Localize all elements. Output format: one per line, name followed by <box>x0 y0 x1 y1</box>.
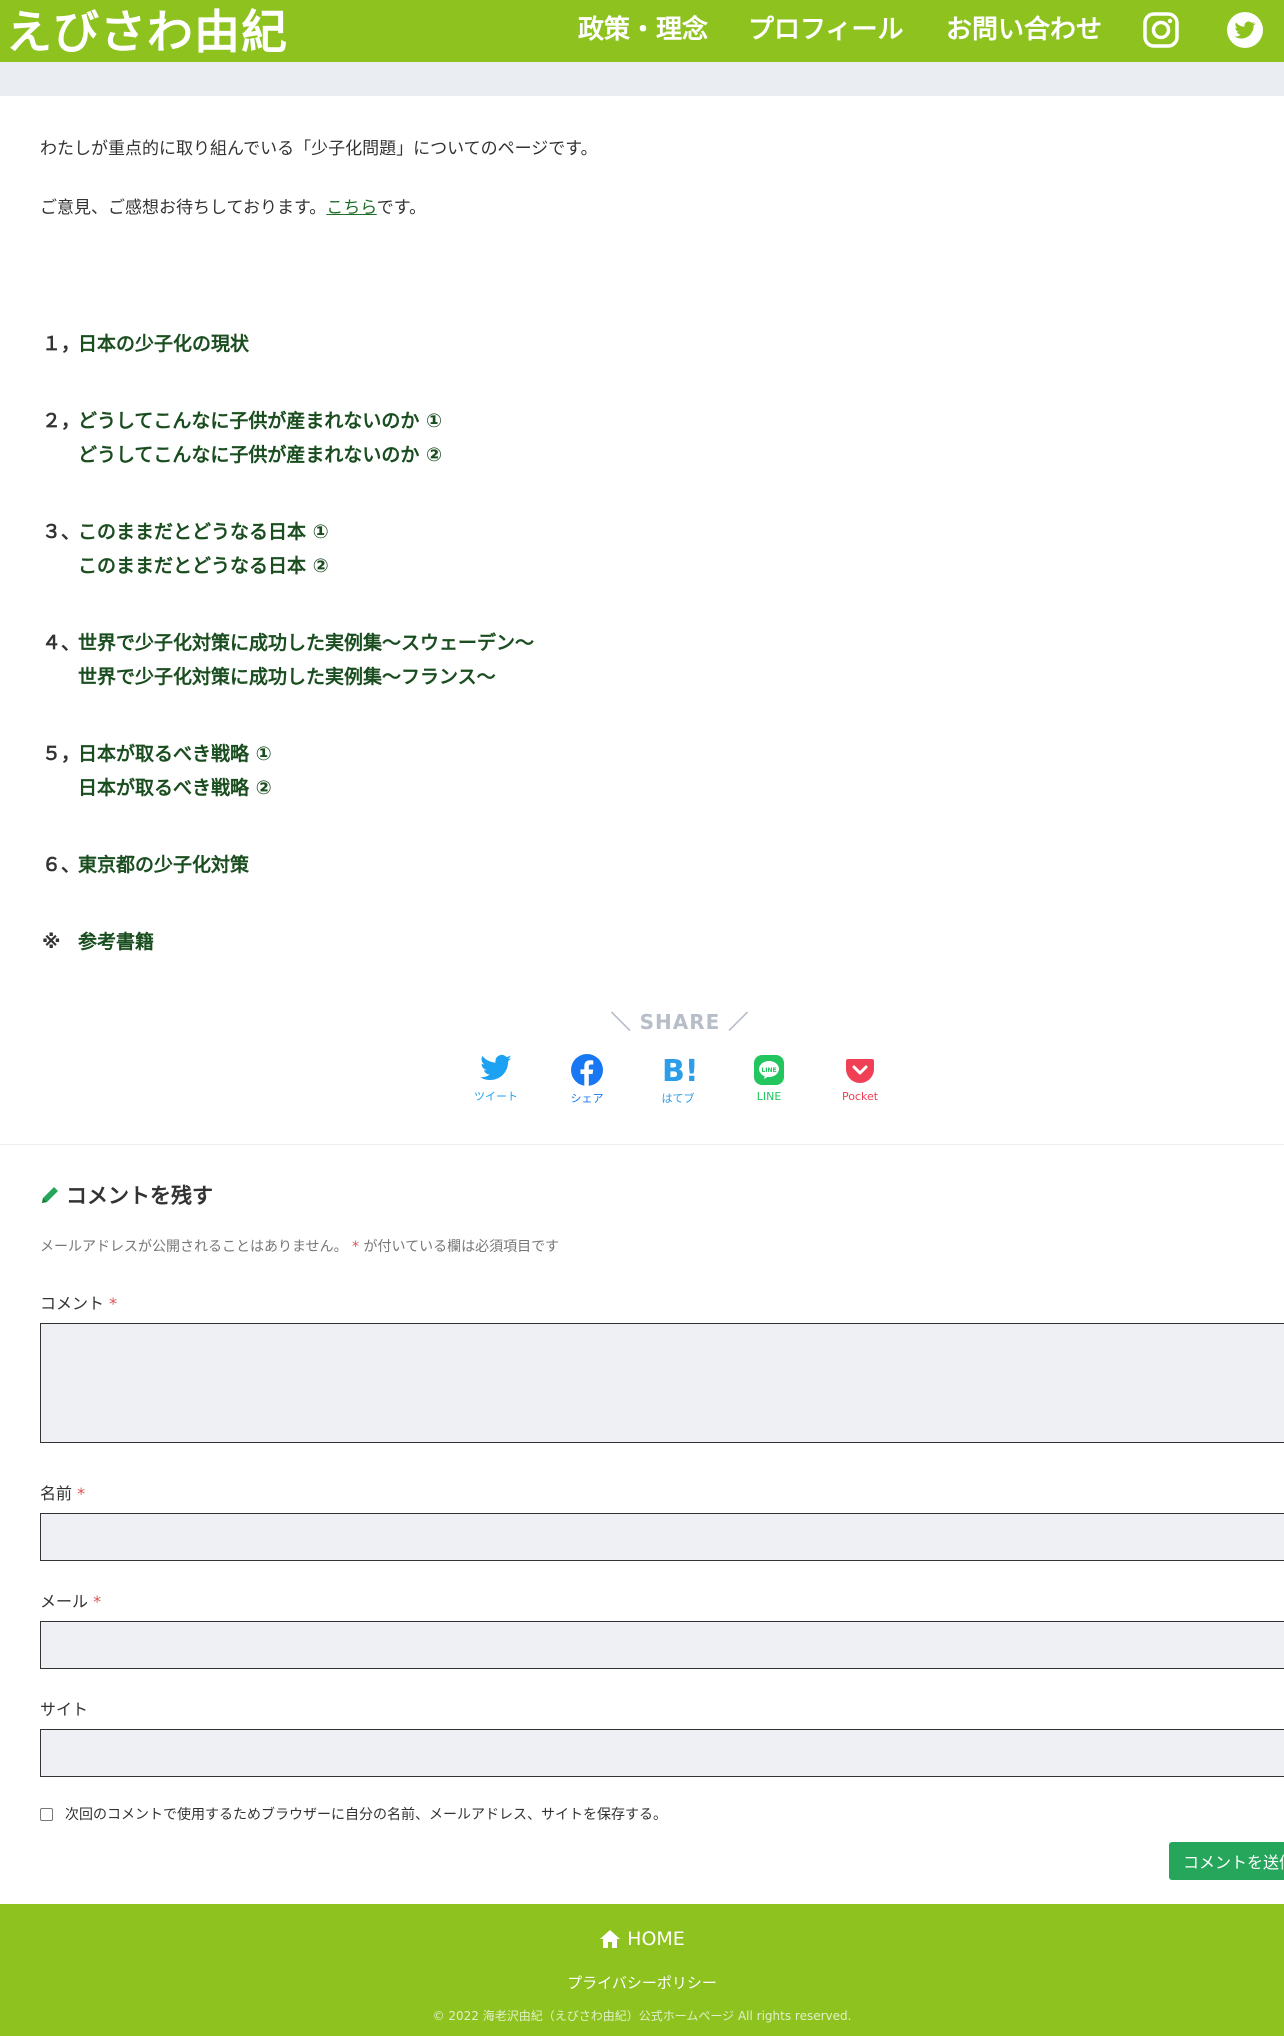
toc-number: ６、 <box>42 854 81 876</box>
share-hatena-label: はてブ <box>661 1092 695 1105</box>
name-label: 名前 * <box>40 1480 85 1504</box>
label-text: メール <box>40 1592 89 1611</box>
toc-link[interactable]: 日本が取るべき戦略 ① <box>78 743 272 765</box>
footer-home-text: HOME <box>627 1928 685 1950</box>
share-heading: ＼ SHARE ／ <box>0 1006 1284 1035</box>
intro-text: わたしが重点的に取り組んでいる「少子化問題」についてのページです。 <box>40 139 598 159</box>
toc-link[interactable]: 東京都の少子化対策 <box>78 854 249 876</box>
toc-item-5b[interactable]: 日本が取るべき戦略 ② <box>78 774 272 802</box>
breadcrumb-bar <box>0 62 1284 96</box>
share-line-button[interactable]: LINE LINE <box>734 1054 804 1114</box>
section-divider <box>0 1144 1284 1145</box>
nav-profile[interactable]: プロフィール <box>748 12 903 48</box>
comment-title-text: コメントを残す <box>66 1184 213 1208</box>
toc-item-4b[interactable]: 世界で少子化対策に成功した実例集〜フランス〜 <box>78 663 496 691</box>
save-info-label: 次回のコメントで使用するためブラウザーに自分の名前、メールアドレス、サイトを保存… <box>65 1807 667 1823</box>
comment-textarea[interactable] <box>40 1323 1284 1443</box>
required-mark: * <box>93 1592 102 1611</box>
slash-right-icon: ／ <box>720 1010 750 1034</box>
comment-note: メールアドレスが公開されることはありません。 * が付いている欄は必須項目です <box>40 1236 559 1256</box>
footer-copyright: © 2022 海老沢由紀（えびさわ由紀）公式ホームページ All rights … <box>432 2009 852 2023</box>
note-text-after: が付いている欄は必須項目です <box>359 1239 560 1255</box>
footer-privacy-link[interactable]: プライバシーポリシー <box>0 1972 1284 1993</box>
toc-item-3b[interactable]: このままだとどうなる日本 ② <box>78 552 329 580</box>
toc-number: ２， <box>42 410 81 432</box>
save-info-checkbox[interactable] <box>40 1807 53 1821</box>
label-text: コメント <box>40 1294 105 1313</box>
toc-number: ※ <box>42 931 61 953</box>
intro-contact-after: です。 <box>376 198 427 218</box>
toc-link[interactable]: このままだとどうなる日本 ① <box>78 521 329 543</box>
name-input[interactable] <box>40 1513 1284 1561</box>
intro-contact-text: ご意見、ご感想お待ちしております。こちらです。 <box>40 196 426 220</box>
toc-link[interactable]: どうしてこんなに子供が産まれないのか ① <box>78 410 442 432</box>
toc-number: ３、 <box>42 521 81 543</box>
submit-comment-button[interactable]: コメントを送信 <box>1169 1842 1284 1880</box>
share-pocket-button[interactable]: Pocket <box>825 1054 895 1114</box>
contact-link[interactable]: こちら <box>326 198 377 218</box>
home-icon <box>600 1930 621 1948</box>
toc-link[interactable]: 世界で少子化対策に成功した実例集〜スウェーデン〜 <box>78 632 534 654</box>
nav-policy[interactable]: 政策・理念 <box>578 12 708 48</box>
nav-contact[interactable]: お問い合わせ <box>946 12 1102 48</box>
instagram-icon[interactable] <box>1142 11 1180 49</box>
pencil-icon <box>42 1187 58 1203</box>
share-pocket-label: Pocket <box>841 1090 879 1103</box>
pocket-icon <box>846 1059 874 1083</box>
toc-item-2a[interactable]: ２，どうしてこんなに子供が産まれないのか ① <box>42 407 442 435</box>
save-info-row: 次回のコメントで使用するためブラウザーに自分の名前、メールアドレス、サイトを保存… <box>40 1804 667 1824</box>
email-input[interactable] <box>40 1621 1284 1669</box>
share-title-text: SHARE <box>639 1010 721 1034</box>
line-icon: LINE <box>754 1055 784 1085</box>
hatena-icon: B! <box>662 1054 696 1086</box>
toc-item-1[interactable]: １，日本の少子化の現状 <box>42 330 249 358</box>
share-facebook-label: シェア <box>570 1092 604 1105</box>
svg-text:B!: B! <box>662 1054 696 1086</box>
svg-text:LINE: LINE <box>761 1067 776 1074</box>
share-line-label: LINE <box>756 1090 782 1103</box>
label-text: 名前 <box>40 1484 73 1503</box>
toc-item-5a[interactable]: ５，日本が取るべき戦略 ① <box>42 740 272 768</box>
facebook-icon <box>571 1054 603 1086</box>
share-hatena-button[interactable]: B! はてブ <box>643 1054 713 1114</box>
intro-contact-before: ご意見、ご感想お待ちしております。 <box>40 198 327 218</box>
toc-link[interactable]: 日本の少子化の現状 <box>78 333 249 355</box>
required-mark: * <box>109 1294 118 1313</box>
slash-left-icon: ＼ <box>610 1010 640 1034</box>
site-header: えびさわ由紀 政策・理念 プロフィール お問い合わせ <box>0 0 1284 62</box>
site-logo[interactable]: えびさわ由紀 <box>6 6 288 58</box>
required-mark: * <box>352 1239 360 1255</box>
share-facebook-button[interactable]: シェア <box>552 1054 622 1114</box>
toc-item-3a[interactable]: ３、このままだとどうなる日本 ① <box>42 518 329 546</box>
toc-item-6[interactable]: ６、東京都の少子化対策 <box>42 851 249 879</box>
email-label: メール * <box>40 1588 101 1612</box>
share-twitter-button[interactable]: ツイート <box>461 1054 531 1114</box>
toc-link[interactable]: 参考書籍 <box>78 931 154 953</box>
toc-number: ５， <box>42 743 81 765</box>
twitter-icon <box>480 1054 512 1081</box>
comment-heading: コメントを残す <box>40 1180 213 1210</box>
toc-item-references[interactable]: ※ 参考書籍 <box>42 928 154 956</box>
toc-number: ４、 <box>42 632 81 654</box>
toc-item-2b[interactable]: どうしてこんなに子供が産まれないのか ② <box>78 441 442 469</box>
toc-item-4a[interactable]: ４、世界で少子化対策に成功した実例集〜スウェーデン〜 <box>42 629 534 657</box>
required-mark: * <box>77 1484 86 1503</box>
toc-number: １， <box>42 333 81 355</box>
note-text: メールアドレスが公開されることはありません。 <box>40 1239 348 1255</box>
share-twitter-label: ツイート <box>474 1090 518 1103</box>
site-label: サイト <box>40 1700 89 1719</box>
twitter-icon[interactable] <box>1226 11 1264 49</box>
comment-label: コメント * <box>40 1290 117 1314</box>
footer-home-link[interactable]: HOME <box>0 1928 1284 1950</box>
site-input[interactable] <box>40 1729 1284 1777</box>
